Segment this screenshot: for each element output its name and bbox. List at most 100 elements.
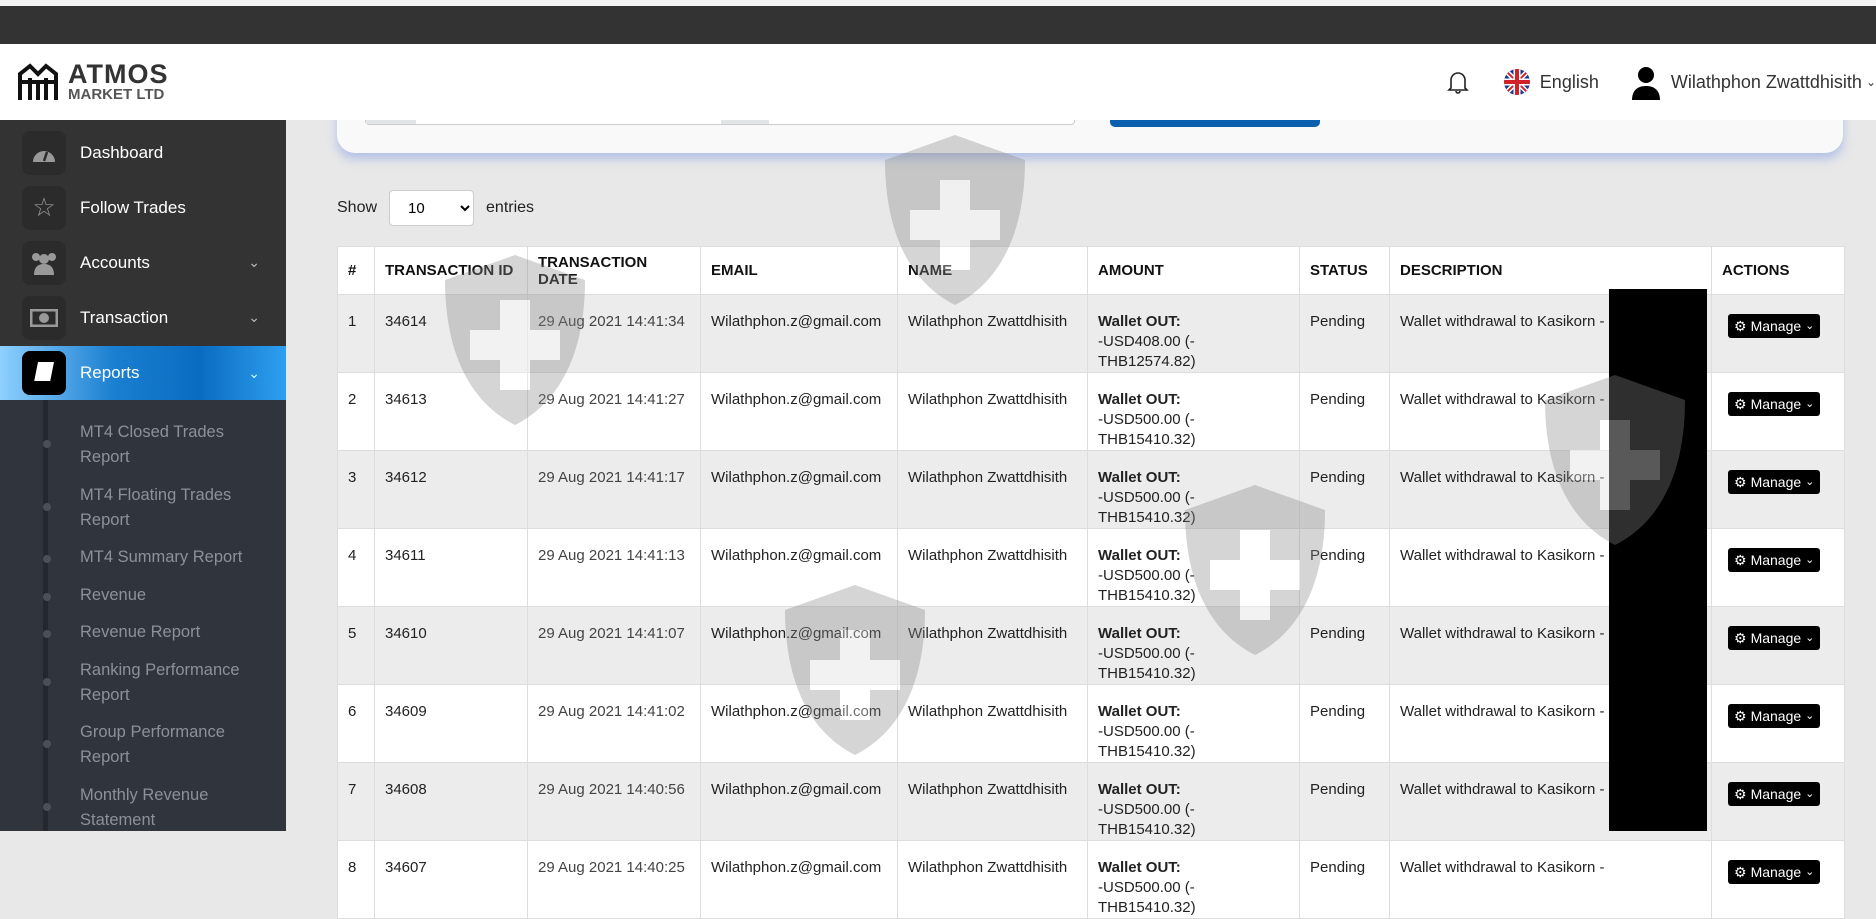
column-header[interactable]: TRANSACTION ID <box>374 246 528 295</box>
row-number: 5 <box>337 606 375 685</box>
submenu-item-mt4-summary[interactable]: MT4 Summary Report <box>43 545 270 570</box>
description: Wallet withdrawal to Kasikorn - <box>1389 840 1712 919</box>
sidebar-item-reports[interactable]: Reports ⌄ <box>0 346 286 400</box>
bell-icon[interactable] <box>1446 69 1470 95</box>
transaction-id: 34610 <box>374 606 528 685</box>
name: Wilathphon Zwattdhisith <box>897 606 1088 685</box>
status: Pending <box>1299 372 1390 451</box>
row-number: 3 <box>337 450 375 529</box>
column-header[interactable]: DESCRIPTION <box>1389 246 1712 295</box>
sidebar-item-transaction[interactable]: Transaction ⌄ <box>0 290 286 345</box>
manage-button[interactable]: ⚙ Manage ⌄ <box>1728 782 1821 806</box>
amount-label: Wallet OUT: <box>1098 547 1181 564</box>
amount-value: -USD500.00 (-THB15410.32) <box>1098 489 1196 526</box>
row-number: 8 <box>337 840 375 919</box>
chevron-down-icon[interactable]: ⌄ <box>1866 75 1876 89</box>
column-header[interactable]: STATUS <box>1299 246 1390 295</box>
email: Wilathphon.z@gmail.com <box>700 684 898 763</box>
amount-label: Wallet OUT: <box>1098 313 1181 330</box>
column-header[interactable]: # <box>337 246 375 295</box>
entries-select[interactable]: 10 <box>389 190 475 226</box>
uk-flag-icon[interactable] <box>1503 69 1530 95</box>
amount-value: -USD500.00 (-THB15410.32) <box>1098 567 1196 604</box>
language-selector[interactable]: English <box>1540 72 1599 93</box>
manage-button[interactable]: ⚙ Manage ⌄ <box>1728 314 1821 338</box>
user-avatar-icon[interactable] <box>1631 64 1661 100</box>
submenu-item-monthly-revenue[interactable]: Monthly Revenue Statement <box>43 783 270 833</box>
submenu-item-group-performance[interactable]: Group Performance Report <box>43 720 270 770</box>
email: Wilathphon.z@gmail.com <box>700 762 898 841</box>
gear-icon: ⚙ <box>1734 708 1747 724</box>
submenu-item-revenue-report[interactable]: Revenue Report <box>43 620 270 645</box>
chevron-down-icon: ⌄ <box>1805 398 1815 410</box>
submenu-item-mt4-floating-trades[interactable]: MT4 Floating Trades Report <box>43 483 270 533</box>
sidebar-item-dashboard[interactable]: Dashboard <box>0 125 286 180</box>
column-header[interactable]: EMAIL <box>700 246 898 295</box>
transaction-date: 29 Aug 2021 14:41:17 <box>527 450 701 529</box>
transaction-id: 34613 <box>374 372 528 451</box>
transaction-id: 34614 <box>374 294 528 373</box>
column-header[interactable]: ACTIONS <box>1711 246 1845 295</box>
dashboard-icon <box>22 130 66 175</box>
book-icon <box>22 351 66 395</box>
money-icon <box>22 295 66 340</box>
amount: Wallet OUT: -USD500.00 (-THB15410.32) <box>1087 840 1300 919</box>
manage-label: Manage <box>1750 786 1802 802</box>
actions-cell: ⚙ Manage ⌄ <box>1711 450 1845 529</box>
row-number: 7 <box>337 762 375 841</box>
manage-button[interactable]: ⚙ Manage ⌄ <box>1728 392 1821 416</box>
chevron-down-icon: ⌄ <box>248 254 260 270</box>
atmos-logo-icon <box>18 63 58 100</box>
manage-button[interactable]: ⚙ Manage ⌄ <box>1728 626 1821 650</box>
status: Pending <box>1299 840 1390 919</box>
submenu-item-ranking-performance[interactable]: Ranking Performance Report <box>43 658 270 708</box>
name: Wilathphon Zwattdhisith <box>897 372 1088 451</box>
status: Pending <box>1299 762 1390 841</box>
column-header[interactable]: AMOUNT <box>1087 246 1300 295</box>
amount: Wallet OUT: -USD500.00 (-THB15410.32) <box>1087 528 1300 607</box>
amount: Wallet OUT: -USD408.00 (-THB12574.82) <box>1087 294 1300 373</box>
table-row: 8 34607 29 Aug 2021 14:40:25 Wilathphon.z@g… <box>337 840 1845 919</box>
status: Pending <box>1299 294 1390 373</box>
logo[interactable]: ATMOS MARKET LTD <box>16 60 169 104</box>
manage-label: Manage <box>1750 708 1802 724</box>
amount-value: -USD408.00 (-THB12574.82) <box>1098 333 1196 370</box>
gear-icon: ⚙ <box>1734 630 1747 646</box>
browser-top-bar <box>0 0 1876 44</box>
status: Pending <box>1299 606 1390 685</box>
manage-button[interactable]: ⚙ Manage ⌄ <box>1728 548 1821 572</box>
sidebar-item-accounts[interactable]: Accounts ⌄ <box>0 235 286 290</box>
gear-icon: ⚙ <box>1734 474 1747 490</box>
sidebar-item-label: Accounts <box>80 252 150 272</box>
email: Wilathphon.z@gmail.com <box>700 606 898 685</box>
chevron-down-icon: ⌄ <box>1805 476 1815 488</box>
entries-label: entries <box>486 199 535 216</box>
submenu-item-revenue[interactable]: Revenue <box>43 583 270 608</box>
column-header[interactable]: TRANSACTION DATE <box>527 246 701 295</box>
manage-button[interactable]: ⚙ Manage ⌄ <box>1728 704 1821 728</box>
sidebar-item-label: Reports <box>80 363 140 382</box>
amount-label: Wallet OUT: <box>1098 625 1181 642</box>
amount-value: -USD500.00 (-THB15410.32) <box>1098 645 1196 682</box>
name: Wilathphon Zwattdhisith <box>897 684 1088 763</box>
gear-icon: ⚙ <box>1734 552 1747 568</box>
status: Pending <box>1299 450 1390 529</box>
show-label: Show <box>337 199 378 216</box>
amount-label: Wallet OUT: <box>1098 391 1181 408</box>
actions-cell: ⚙ Manage ⌄ <box>1711 372 1845 451</box>
user-menu[interactable]: Wilathphon Zwattdhisith <box>1671 72 1862 93</box>
users-icon <box>22 240 66 285</box>
transaction-date: 29 Aug 2021 14:41:07 <box>527 606 701 685</box>
chevron-up-icon: ⌄ <box>248 364 260 381</box>
sidebar-item-follow-trades[interactable]: ☆ Follow Trades <box>0 180 286 235</box>
manage-button[interactable]: ⚙ Manage ⌄ <box>1728 470 1821 494</box>
manage-label: Manage <box>1750 318 1802 334</box>
gear-icon: ⚙ <box>1734 396 1747 412</box>
reports-submenu: MT4 Closed Trades Report MT4 Floating Tr… <box>0 400 286 831</box>
manage-button[interactable]: ⚙ Manage ⌄ <box>1728 860 1821 884</box>
submenu-item-mt4-closed-trades[interactable]: MT4 Closed Trades Report <box>43 420 270 470</box>
column-header[interactable]: NAME <box>897 246 1088 295</box>
sidebar-item-label: Dashboard <box>80 142 164 162</box>
row-number: 4 <box>337 528 375 607</box>
chevron-down-icon: ⌄ <box>1805 866 1815 878</box>
